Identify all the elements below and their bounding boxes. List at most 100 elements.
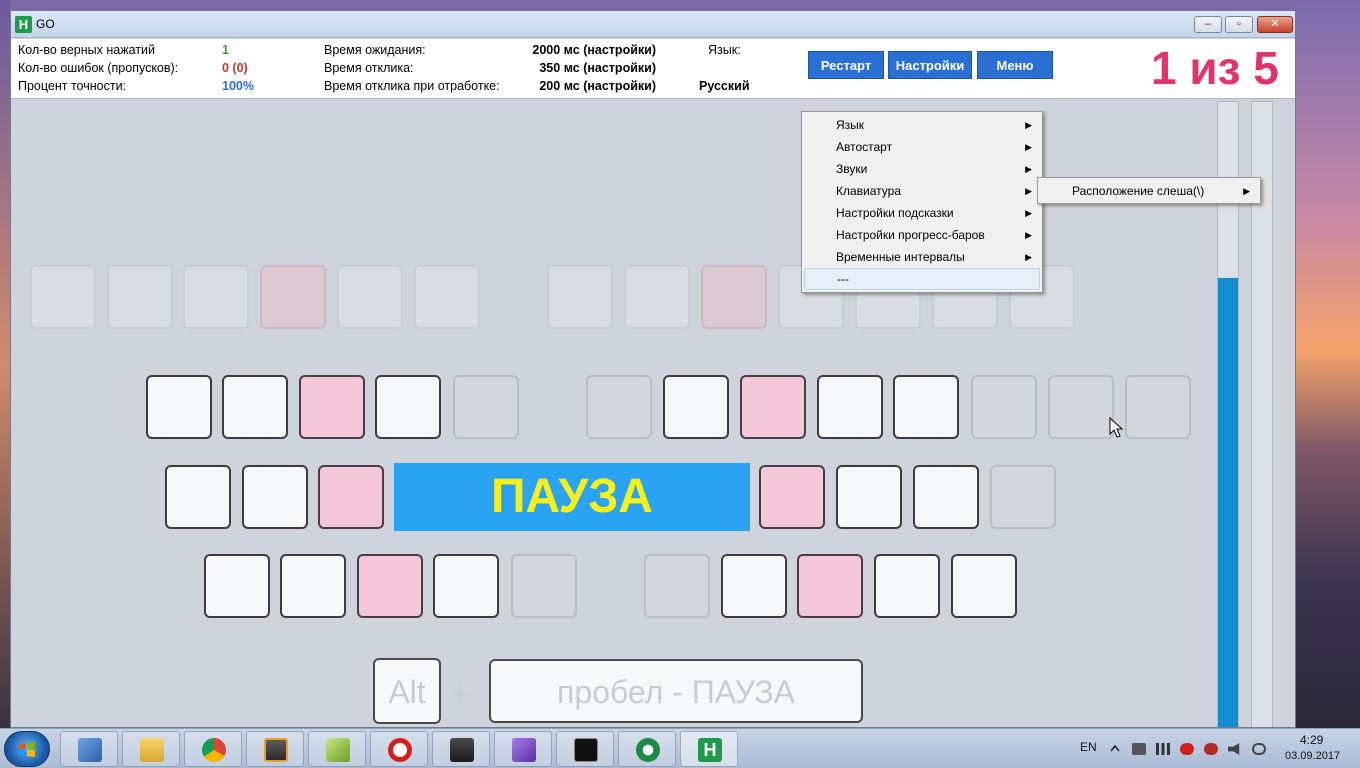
taskbar-app-sublime[interactable] [246,731,304,767]
progress-fill [1218,277,1238,727]
chevron-right-icon: ▶ [1025,142,1032,152]
menu-item-label: --- [837,272,849,286]
space-key-hint: пробел - ПАУЗА [489,659,863,723]
correct-value: 1 [222,43,229,57]
chevron-right-icon: ▶ [1025,230,1032,240]
errors-value: 0 (0) [222,61,248,75]
taskbar-app-media[interactable] [432,731,490,767]
keyboard-key [951,554,1017,618]
clock-time[interactable]: 4:29 [1300,733,1323,747]
menu-item-language[interactable]: Язык ▶ [804,114,1040,136]
usb-icon[interactable] [1132,743,1146,755]
close-button[interactable]: ✕ [1257,16,1293,33]
taskbar-app-notepad[interactable] [308,731,366,767]
practice-value[interactable]: 200 мс (настройки) [491,79,656,93]
menu-button[interactable]: Меню [977,51,1053,79]
chevron-right-icon: ▶ [1025,208,1032,218]
wait-label: Время ожидания: [324,43,426,57]
notepad-icon [326,738,350,762]
keyboard-key [242,465,308,529]
pause-banner[interactable]: ПАУЗА [394,463,750,531]
clock-date[interactable]: 03.09.2017 [1285,750,1340,762]
menu-item-keyboard[interactable]: Клавиатура ▶ [804,180,1040,202]
keyboard-key [586,375,652,439]
menu-item-time-intervals[interactable]: Временные интервалы ▶ [804,246,1040,268]
keyboard-key [414,265,480,329]
taskbar-app-opera[interactable] [370,731,428,767]
taskbar-app-go[interactable]: H [680,731,738,767]
restart-button[interactable]: Рестарт [808,51,884,79]
menu-item-slash-position[interactable]: Расположение слеша(\) ▶ [1040,180,1258,202]
language-value: Русский [699,79,750,93]
taskbar-app-visual-studio[interactable] [494,731,552,767]
keyboard-key [1048,375,1114,439]
language-indicator[interactable]: EN [1080,740,1097,754]
stats-panel: Кол-во верных нажатий 1 Кол-во ошибок (п… [11,39,1295,99]
keyboard-key [624,265,690,329]
keyboard-key [971,375,1037,439]
minimize-button[interactable]: ‒ [1194,16,1222,33]
keyboard-key [836,465,902,529]
round-counter: 1 из 5 [1151,42,1279,94]
keyboard-key [797,554,863,618]
keyboard-key [433,554,499,618]
keyboard-key [874,554,940,618]
sublime-icon [264,738,288,762]
keyboard-key [146,375,212,439]
chevron-right-icon: ▶ [1025,186,1032,196]
network-icon[interactable] [1156,743,1170,755]
mouse-cursor-icon [1109,417,1124,438]
keyboard-key [893,375,959,439]
menu-item-sounds[interactable]: Звуки ▶ [804,158,1040,180]
keyboard-key [30,265,96,329]
app-icon: H [15,16,32,33]
taskbar: H EN 4:29 03.09.2017 [0,728,1360,768]
menu-item-separator[interactable]: --- [804,268,1040,290]
maximize-button[interactable]: ▫ [1225,16,1253,33]
file-manager-icon [78,738,102,762]
alt-key-hint: Alt [373,658,441,724]
keyboard-key [260,265,326,329]
app-tray-icon[interactable] [1204,743,1218,755]
chevron-right-icon: ▶ [1025,164,1032,174]
taskbar-app-hsoft[interactable] [618,731,676,767]
visual-studio-icon [512,738,536,762]
taskbar-app-chrome[interactable] [184,731,242,767]
keyboard-key [913,465,979,529]
keyboard-key [318,465,384,529]
keyboard-key [357,554,423,618]
keyboard-key [453,375,519,439]
keyboard-key [721,554,787,618]
response-value[interactable]: 350 мс (настройки) [491,61,656,75]
app-window: H GO ‒ ▫ ✕ Кол-во верных нажатий 1 Кол-в… [10,10,1296,728]
keyboard-key [817,375,883,439]
menu-item-autostart[interactable]: Автостарт ▶ [804,136,1040,158]
title-bar[interactable]: H GO ‒ ▫ ✕ [11,11,1295,38]
correct-label: Кол-во верных нажатий [18,43,155,57]
record-icon[interactable] [1180,743,1194,755]
taskbar-app-file-manager[interactable] [60,731,118,767]
keyboard-key [1125,375,1191,439]
accuracy-value: 100% [222,79,254,93]
wait-value[interactable]: 2000 мс (настройки) [491,43,656,57]
start-button[interactable] [4,731,50,767]
menu-item-hint-settings[interactable]: Настройки подсказки ▶ [804,202,1040,224]
sync-icon[interactable] [1252,743,1266,755]
settings-button[interactable]: Настройки [888,51,972,79]
tray-expand-icon[interactable] [1110,744,1120,752]
keyboard-key [337,265,403,329]
menu-item-progressbar-settings[interactable]: Настройки прогресс-баров ▶ [804,224,1040,246]
hint-plus: + [451,675,470,711]
keyboard-key [990,465,1056,529]
keyboard-key [222,375,288,439]
keyboard-key [740,375,806,439]
language-label: Язык: [708,43,741,57]
response-label: Время отклика: [324,61,414,75]
taskbar-app-explorer[interactable] [122,731,180,767]
keyboard-key [644,554,710,618]
volume-icon[interactable] [1228,743,1240,755]
keyboard-key [375,375,441,439]
go-app-icon: H [698,738,722,762]
taskbar-app-cmd[interactable] [556,731,614,767]
keyboard-submenu: Расположение слеша(\) ▶ [1037,177,1261,204]
